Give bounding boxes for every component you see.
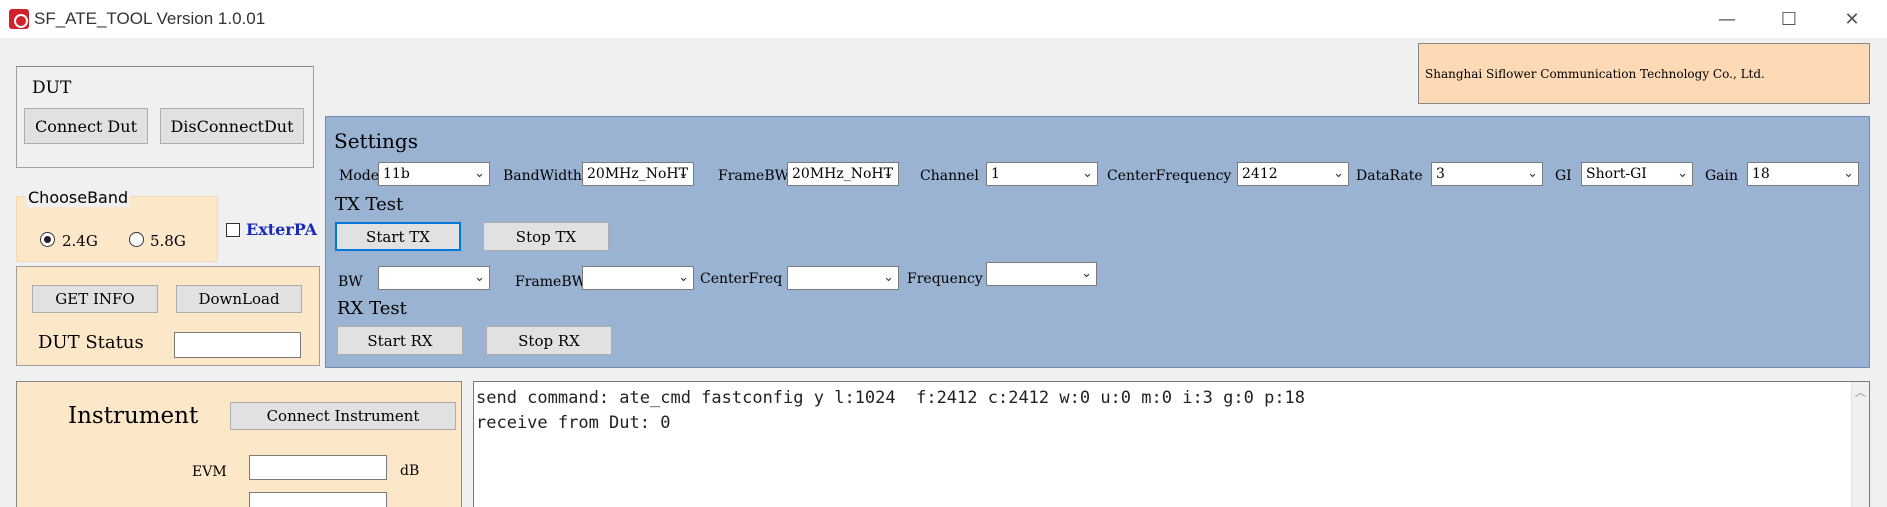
exterpa-checkbox[interactable] [226,223,240,237]
chevron-down-icon: ⌄ [474,166,485,181]
get-info-button[interactable]: GET INFO [32,285,158,313]
company-banner: Shanghai Siflower Communication Technolo… [1418,43,1870,104]
chevron-down-icon: ⌄ [883,166,894,181]
instrument-title: Instrument [68,403,199,429]
channel-select[interactable]: 1 ⌄ [986,162,1098,186]
radio-5-8g[interactable] [129,232,144,247]
datarate-value: 3 [1436,166,1445,182]
framebw-value: 20MHz_NoHT [792,166,893,182]
start-tx-button[interactable]: Start TX [335,222,461,251]
radio-2-4g[interactable] [40,232,55,247]
evm-field[interactable] [249,455,387,480]
rx-centerfreq-label: CenterFreq [700,271,783,287]
rx-centerfreq-select[interactable]: ⌄ [787,266,899,290]
channel-value: 1 [991,166,1000,182]
start-rx-button[interactable]: Start RX [337,326,463,355]
stop-rx-button[interactable]: Stop RX [486,326,612,355]
datarate-label: DataRate [1356,168,1423,184]
rx-framebw-label: FrameBW [515,274,586,290]
centerfreq-select[interactable]: 2412 ⌄ [1237,162,1349,186]
minimize-button[interactable]: — [1695,0,1759,38]
chevron-down-icon: ⌄ [1843,166,1854,181]
evm-unit: dB [400,463,420,479]
log-scrollbar[interactable]: ︿ [1851,382,1869,507]
dut-group-label: DUT [32,78,72,98]
radio-selected-dot [44,236,51,243]
connect-dut-button[interactable]: Connect Dut [24,108,148,144]
chevron-down-icon: ⌄ [1527,166,1538,181]
chevron-down-icon: ⌄ [678,270,689,285]
download-button[interactable]: DownLoad [176,285,302,313]
bandwidth-label: BandWidth [503,168,582,184]
datarate-select[interactable]: 3 ⌄ [1431,162,1543,186]
framebw-select[interactable]: 20MHz_NoHT ⌄ [787,162,899,186]
chevron-down-icon: ⌄ [1081,266,1092,281]
centerfreq-value: 2412 [1242,166,1278,182]
chevron-down-icon: ⌄ [883,270,894,285]
instrument-panel [16,381,462,507]
power-field[interactable] [249,492,387,507]
rx-frequency-select[interactable]: ⌄ [986,262,1097,286]
gi-value: Short-GI [1586,166,1647,182]
rx-frequency-label: Frequency [907,271,983,287]
rx-framebw-select[interactable]: ⌄ [582,266,694,290]
stop-tx-button[interactable]: Stop TX [483,222,609,251]
bandwidth-value: 20MHz_NoHT [587,166,688,182]
gain-select[interactable]: 18 ⌄ [1747,162,1859,186]
gi-select[interactable]: Short-GI ⌄ [1581,162,1693,186]
scroll-up-icon[interactable]: ︿ [1855,384,1866,400]
maximize-button[interactable]: ☐ [1757,0,1821,38]
chevron-down-icon: ⌄ [678,166,689,181]
close-button[interactable]: ✕ [1820,0,1884,38]
centerfreq-label: CenterFrequency [1107,168,1232,184]
gain-value: 18 [1752,166,1770,182]
chevron-down-icon: ⌄ [1333,166,1344,181]
chevron-down-icon: ⌄ [1677,166,1688,181]
log-line: receive from Dut: 0 [476,413,671,433]
rx-bw-label: BW [338,274,363,290]
chevron-down-icon: ⌄ [1082,166,1093,181]
mode-label: Mode [339,168,380,184]
evm-label: EVM [192,464,227,480]
framebw-label: FrameBW [718,168,789,184]
title-bar: SF_ATE_TOOL Version 1.0.01 — ☐ ✕ [0,0,1887,38]
gain-label: Gain [1705,168,1739,184]
connect-instrument-button[interactable]: Connect Instrument [230,402,456,430]
rx-bw-select[interactable]: ⌄ [378,266,490,290]
radio-5-8g-label: 5.8G [150,232,186,250]
chevron-down-icon: ⌄ [474,270,485,285]
channel-label: Channel [920,168,979,184]
mode-select[interactable]: 11b ⌄ [378,162,490,186]
window-title: SF_ATE_TOOL Version 1.0.01 [34,9,266,28]
exterpa-label: ExterPA [246,220,318,239]
dut-status-field[interactable] [174,332,301,358]
dut-status-label: DUT Status [38,332,144,353]
log-line: send command: ate_cmd fastconfig y l:102… [476,388,1306,408]
tx-test-title: TX Test [335,194,404,215]
radio-2-4g-label: 2.4G [62,232,98,250]
log-output[interactable]: send command: ate_cmd fastconfig y l:102… [473,381,1870,507]
gi-label: GI [1555,168,1572,184]
settings-title: Settings [334,129,418,153]
company-name: Shanghai Siflower Communication Technolo… [1425,67,1765,81]
bandwidth-select[interactable]: 20MHz_NoHT ⌄ [582,162,694,186]
choose-band-label: ChooseBand [26,188,131,207]
app-icon [9,9,29,29]
disconnect-dut-button[interactable]: DisConnectDut [160,108,304,144]
mode-value: 11b [383,166,410,182]
rx-test-title: RX Test [337,298,407,319]
